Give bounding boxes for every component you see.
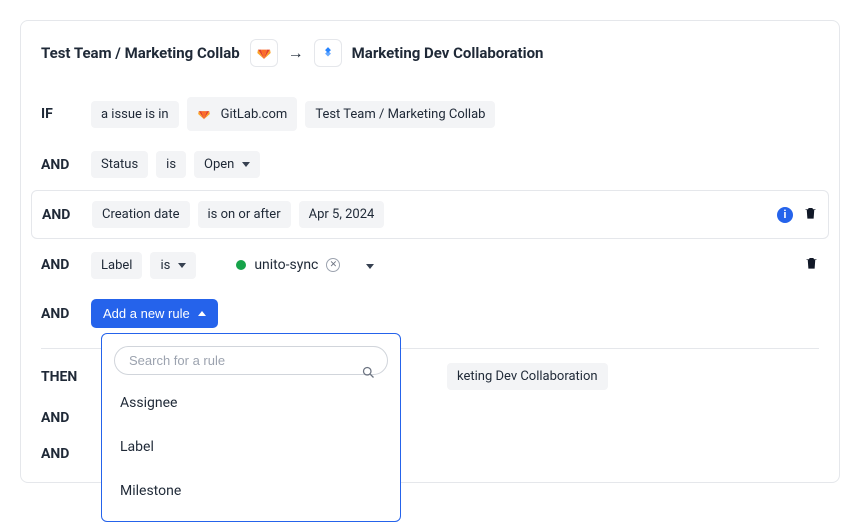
menu-item-label[interactable]: Label	[102, 425, 400, 469]
row-actions: i	[777, 205, 818, 225]
and-keyword: AND	[41, 257, 83, 273]
chevron-down-icon	[366, 264, 374, 269]
and-keyword: AND	[41, 446, 83, 462]
row-actions	[804, 255, 819, 275]
trash-icon[interactable]	[803, 205, 818, 225]
tag-color-dot	[236, 260, 246, 270]
date-value-chip[interactable]: Apr 5, 2024	[299, 201, 385, 228]
status-operator-chip[interactable]: is	[156, 151, 186, 178]
date-operator-chip[interactable]: is on or after	[198, 201, 291, 228]
and-keyword: AND	[42, 207, 84, 223]
and-keyword: AND	[41, 306, 83, 322]
tag-text: unito-sync	[254, 257, 318, 273]
target-project-label: Marketing Dev Collaboration	[352, 44, 544, 62]
add-rule-row: AND Add a new rule Assignee Label Milest…	[41, 289, 819, 338]
issue-chip[interactable]: a issue is in	[91, 101, 179, 128]
remove-tag-icon[interactable]: ✕	[326, 258, 340, 272]
source-project-label: Test Team / Marketing Collab	[41, 44, 240, 62]
and-keyword: AND	[41, 410, 83, 426]
chevron-down-icon	[242, 162, 250, 167]
search-icon	[361, 365, 376, 384]
chevron-down-icon	[178, 263, 186, 268]
then-keyword: THEN	[41, 369, 83, 385]
jira-icon	[314, 39, 342, 67]
date-row: AND Creation date is on or after Apr 5, …	[31, 190, 829, 239]
arrow-icon: →	[288, 43, 304, 63]
menu-item-assignee[interactable]: Assignee	[102, 381, 400, 425]
chevron-up-icon	[198, 311, 206, 316]
if-row: IF a issue is in GitLab.com Test Team / …	[41, 87, 819, 141]
label-operator-text: is	[160, 258, 170, 273]
if-keyword: IF	[41, 106, 83, 122]
then-target-chip[interactable]: keting Dev Collaboration	[447, 363, 608, 390]
flow-header: Test Team / Marketing Collab → Marketing…	[41, 39, 819, 67]
label-tag-chip[interactable]: unito-sync ✕	[226, 251, 350, 279]
tag-dropdown-chevron[interactable]	[358, 257, 380, 273]
project-chip[interactable]: Test Team / Marketing Collab	[305, 101, 495, 128]
status-field-chip[interactable]: Status	[91, 151, 148, 178]
add-rule-label: Add a new rule	[103, 306, 190, 321]
status-value-chip[interactable]: Open	[194, 151, 260, 178]
label-field-chip[interactable]: Label	[91, 252, 142, 279]
and-keyword: AND	[41, 157, 83, 173]
rule-dropdown: Assignee Label Milestone	[101, 333, 401, 522]
label-operator-chip[interactable]: is	[150, 252, 196, 279]
status-row: AND Status is Open	[41, 141, 819, 188]
tool-name: GitLab.com	[221, 107, 288, 122]
gitlab-icon	[250, 39, 278, 67]
info-icon[interactable]: i	[777, 207, 793, 223]
date-field-chip[interactable]: Creation date	[92, 201, 190, 228]
label-row: AND Label is unito-sync ✕	[41, 241, 819, 289]
status-value-text: Open	[204, 157, 234, 172]
trash-icon[interactable]	[804, 255, 819, 275]
search-input[interactable]	[114, 346, 388, 375]
add-rule-button[interactable]: Add a new rule	[91, 299, 218, 328]
rules-card: Test Team / Marketing Collab → Marketing…	[20, 20, 840, 483]
tool-chip[interactable]: GitLab.com	[187, 97, 298, 131]
gitlab-icon	[193, 103, 215, 125]
menu-item-milestone[interactable]: Milestone	[102, 469, 400, 513]
